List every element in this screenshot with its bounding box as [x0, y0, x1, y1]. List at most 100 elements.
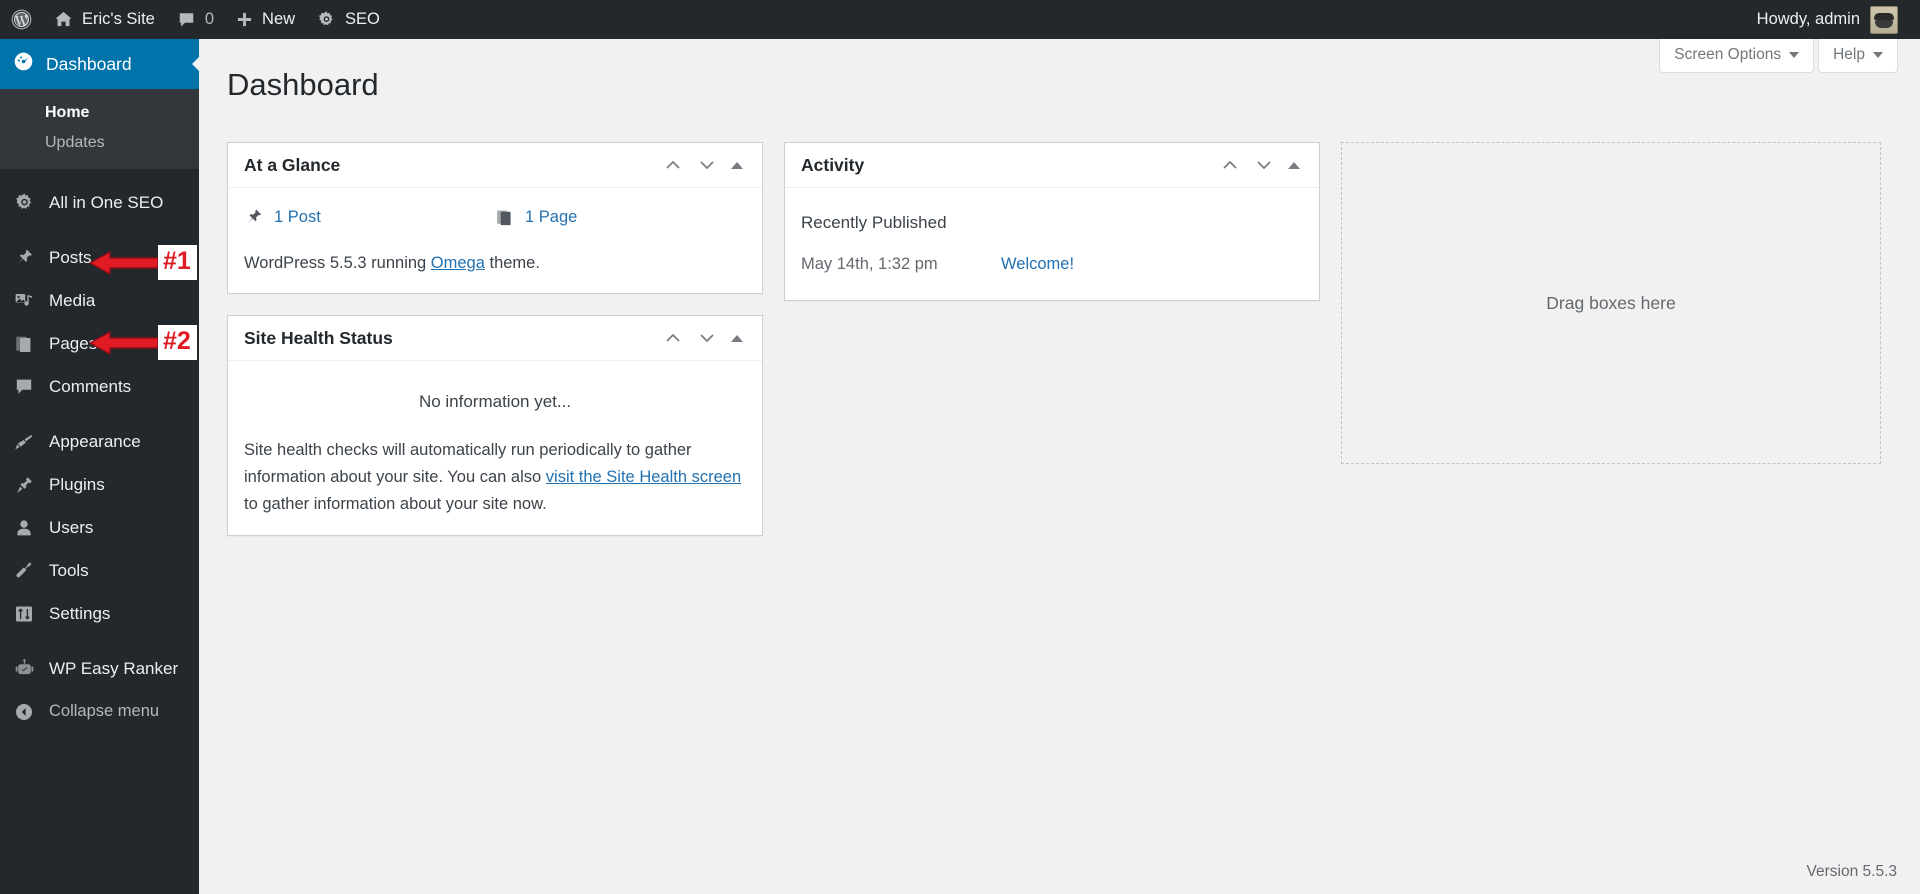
chevron-down-icon[interactable]: [697, 328, 717, 348]
chevron-up-icon[interactable]: [1220, 155, 1240, 175]
annotation-1-label: #1: [158, 245, 197, 280]
sidebar-item-appearance[interactable]: Appearance: [0, 420, 199, 463]
dashboard-icon: [13, 51, 34, 77]
chevron-down-icon[interactable]: [1254, 155, 1274, 175]
sidebar-separator: [0, 408, 199, 420]
wrench-icon: [13, 561, 35, 581]
triangle-up-icon[interactable]: [731, 334, 743, 342]
adminbar-wp-logo[interactable]: [0, 0, 43, 39]
sidebar-item-tools[interactable]: Tools: [0, 549, 199, 592]
sidebar-separator: [0, 224, 199, 236]
glance-post-label: 1 Post: [274, 208, 321, 226]
triangle-up-icon[interactable]: [731, 161, 743, 169]
screen-options-label: Screen Options: [1674, 46, 1782, 63]
version-prefix: WordPress 5.5.3 running: [244, 253, 431, 272]
pages-icon: [495, 208, 515, 227]
widget-actions: [663, 155, 747, 175]
screen-meta-links: Screen Options Help: [1655, 39, 1898, 73]
site-health-description: Site health checks will automatically ru…: [244, 437, 746, 518]
sidebar-active-arrow: [192, 56, 200, 72]
glance-page-count[interactable]: 1 Page: [495, 205, 746, 231]
sidebar-item-settings[interactable]: Settings: [0, 592, 199, 635]
widget-activity: Activity Recently Published May 14th, 1:…: [784, 142, 1320, 301]
sidebar-item-all-in-one-seo[interactable]: All in One SEO: [0, 181, 199, 224]
admin-bar: Eric's Site 0 New SEO Howdy, admin: [0, 0, 1920, 39]
widget-header: At a Glance: [228, 143, 762, 188]
dashboard-column-2: Activity Recently Published May 14th, 1:…: [784, 142, 1320, 557]
dropzone-label: Drag boxes here: [1546, 292, 1676, 313]
adminbar-seo[interactable]: SEO: [306, 0, 391, 39]
home-icon: [54, 10, 73, 29]
sidebar-item-label: Settings: [49, 603, 111, 623]
comment-bubble-icon: [177, 11, 196, 29]
admin-sidebar: Dashboard Home Updates All in One SEO Po…: [0, 39, 200, 894]
widget-header: Site Health Status: [228, 316, 762, 362]
chevron-up-icon[interactable]: [663, 328, 683, 348]
glance-page-label: 1 Page: [525, 208, 578, 226]
adminbar-comments[interactable]: 0: [166, 0, 225, 39]
sidebar-item-dashboard[interactable]: Dashboard: [0, 39, 200, 89]
sidebar-item-label: Appearance: [49, 431, 141, 451]
sidebar-item-users[interactable]: Users: [0, 506, 199, 549]
plug-icon: [13, 475, 35, 495]
sidebar-item-collapse-menu[interactable]: Collapse menu: [0, 690, 199, 733]
widget-title: At a Glance: [244, 154, 341, 175]
footer-version: Version 5.5.3: [1806, 863, 1897, 880]
comment-bubble-icon: [13, 377, 35, 396]
user-icon: [13, 518, 35, 538]
sidebar-item-label: WP Easy Ranker: [49, 658, 179, 678]
version-suffix: theme.: [484, 253, 540, 272]
adminbar-account[interactable]: Howdy, admin: [1757, 5, 1920, 34]
chevron-down-icon[interactable]: [697, 155, 717, 175]
paintbrush-icon: [13, 432, 35, 452]
robot-icon: [13, 658, 35, 679]
glance-counts: 1 Post 1 Page: [244, 203, 746, 231]
sidebar-item-media[interactable]: Media: [0, 279, 199, 322]
glance-post-count[interactable]: 1 Post: [244, 205, 495, 231]
adminbar-new-label: New: [262, 10, 296, 28]
widget-header: Activity: [785, 143, 1319, 188]
annotation-2-label: #2: [158, 325, 197, 360]
wordpress-version-line: WordPress 5.5.3 running Omega theme.: [244, 251, 746, 277]
sidebar-item-label: Collapse menu: [49, 702, 160, 720]
pin-icon: [13, 248, 35, 268]
pages-icon: [13, 334, 35, 354]
triangle-up-icon[interactable]: [1288, 161, 1300, 169]
widget-body: Recently Published May 14th, 1:32 pm Wel…: [785, 188, 1319, 300]
sidebar-item-comments[interactable]: Comments: [0, 365, 199, 408]
dashboard-columns: At a Glance 1 Post 1 Page WordPress 5.5.…: [227, 142, 1881, 557]
activity-post-link[interactable]: Welcome!: [1001, 252, 1074, 278]
drag-boxes-dropzone[interactable]: Drag boxes here: [1341, 142, 1881, 464]
plus-icon: [236, 11, 253, 28]
sidebar-subitem-updates[interactable]: Updates: [0, 128, 199, 158]
site-health-link[interactable]: visit the Site Health screen: [546, 468, 741, 486]
activity-row: May 14th, 1:32 pm Welcome!: [801, 238, 1303, 280]
widget-body: No information yet... Site health checks…: [228, 361, 762, 535]
activity-subtitle: Recently Published: [801, 213, 947, 232]
collapse-arrow-icon: [13, 702, 35, 722]
adminbar-site-name[interactable]: Eric's Site: [43, 0, 166, 39]
gear-icon: [317, 10, 336, 29]
help-button[interactable]: Help: [1818, 39, 1898, 73]
dashboard-column-3: Drag boxes here: [1341, 142, 1881, 557]
help-label: Help: [1833, 46, 1865, 63]
pin-icon: [244, 208, 264, 227]
theme-link[interactable]: Omega: [431, 254, 485, 272]
chevron-down-icon: [1873, 52, 1883, 58]
left-arrow-icon: [89, 250, 159, 275]
sidebar-item-dashboard-label: Dashboard: [46, 53, 132, 74]
sidebar-item-wp-easy-ranker[interactable]: WP Easy Ranker: [0, 647, 199, 690]
screen-options-button[interactable]: Screen Options: [1659, 39, 1815, 73]
chevron-down-icon: [1789, 52, 1800, 58]
sidebar-subitem-home[interactable]: Home: [0, 98, 199, 128]
widget-actions: [1220, 155, 1304, 175]
adminbar-new[interactable]: New: [225, 0, 306, 39]
widget-title: Site Health Status: [244, 327, 393, 348]
left-arrow-icon: [89, 330, 159, 355]
sidebar-separator: [0, 635, 199, 647]
annotation-2: #2: [88, 325, 197, 360]
activity-time: May 14th, 1:32 pm: [801, 255, 938, 274]
media-icon: [13, 291, 35, 311]
chevron-up-icon[interactable]: [663, 155, 683, 175]
sidebar-item-plugins[interactable]: Plugins: [0, 463, 199, 506]
